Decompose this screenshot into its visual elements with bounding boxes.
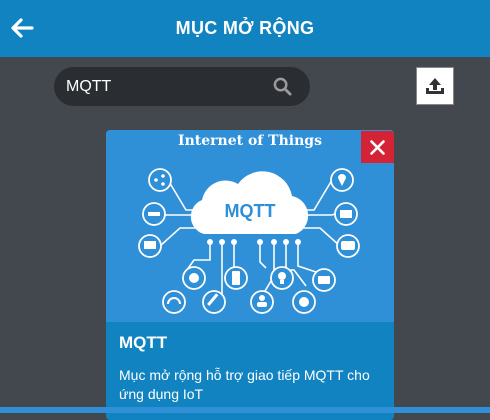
headphones-icon	[162, 290, 186, 314]
search-input[interactable]	[66, 67, 262, 106]
share-icon	[148, 168, 172, 192]
search-bar	[54, 67, 310, 106]
upload-icon	[426, 78, 444, 94]
page-title: MỤC MỞ RỘNG	[175, 18, 315, 38]
extension-card[interactable]: Internet of Things MQTT MQTT Mục mở rộng…	[106, 130, 394, 420]
iot-illustration: Internet of Things MQTT	[106, 130, 394, 322]
illustration-title: Internet of Things	[178, 133, 322, 149]
app-header: MỤC MỞ RỘNG	[0, 0, 490, 57]
bottom-bar	[0, 407, 490, 413]
cloud-label: MQTT	[225, 201, 276, 221]
extension-title: MQTT	[119, 333, 168, 352]
close-button[interactable]	[361, 131, 394, 163]
search-icon[interactable]	[273, 77, 292, 96]
extension-description: Mục mở rộng hỗ trợ giao tiếp MQTT cho ứn…	[119, 367, 370, 402]
close-icon	[370, 140, 385, 155]
upload-button[interactable]	[416, 67, 454, 105]
guitar-icon	[202, 290, 226, 314]
